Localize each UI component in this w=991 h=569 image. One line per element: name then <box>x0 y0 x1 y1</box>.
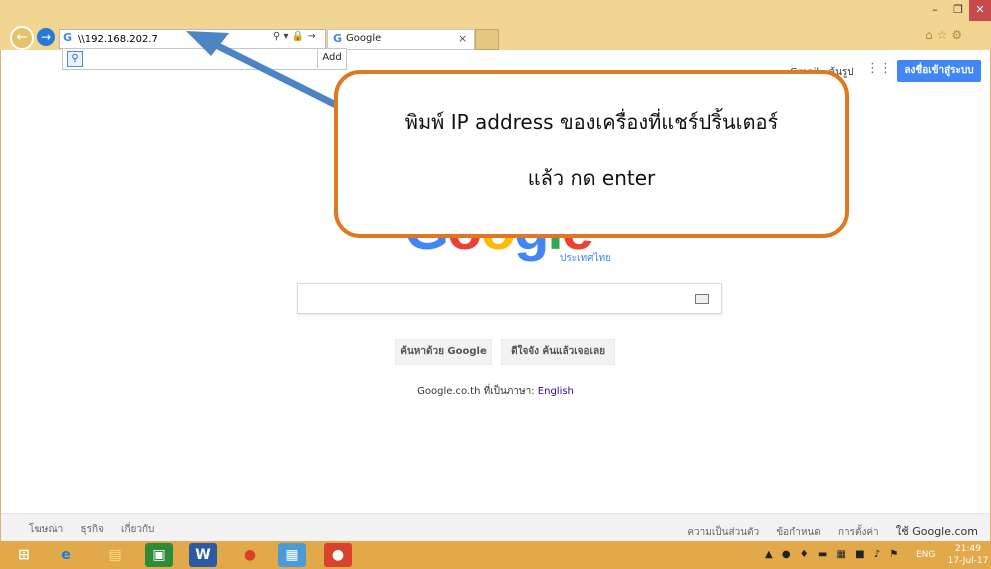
chrome-icon[interactable]: ● <box>236 543 264 567</box>
internet-explorer-icon[interactable]: e <box>52 543 80 567</box>
instruction-callout: พิมพ์ IP address ของเครื่องที่แชร์ปริ้นเ… <box>334 70 849 238</box>
taskbar: ⊞ e ▤ ▣ W ● ▦ ● ▲ ● ♦ ▬ ▦ ■ ♪ ⚑ ENG 21:4… <box>0 541 991 569</box>
store-icon[interactable]: ▣ <box>145 543 173 567</box>
paint-icon[interactable]: ● <box>324 543 352 567</box>
word-icon[interactable]: W <box>189 543 217 567</box>
arrow-head <box>186 31 229 56</box>
callout-line-2: แล้ว กด enter <box>527 166 656 190</box>
system-tray[interactable]: ▲ ● ♦ ▬ ▦ ■ ♪ ⚑ <box>765 549 901 560</box>
clock-date: 17-Jul-17 <box>947 556 989 566</box>
callout-line-1: พิมพ์ IP address ของเครื่องที่แชร์ปริ้นเ… <box>404 110 779 134</box>
clock[interactable]: 21:49 17-Jul-17 <box>947 543 989 567</box>
language-indicator[interactable]: ENG <box>916 550 935 560</box>
clock-time: 21:49 <box>955 544 981 554</box>
windows-start-icon[interactable]: ⊞ <box>10 543 38 567</box>
remote-desktop-icon[interactable]: ▦ <box>278 543 306 567</box>
arrow-shaft <box>208 39 354 116</box>
file-explorer-icon[interactable]: ▤ <box>101 543 129 567</box>
